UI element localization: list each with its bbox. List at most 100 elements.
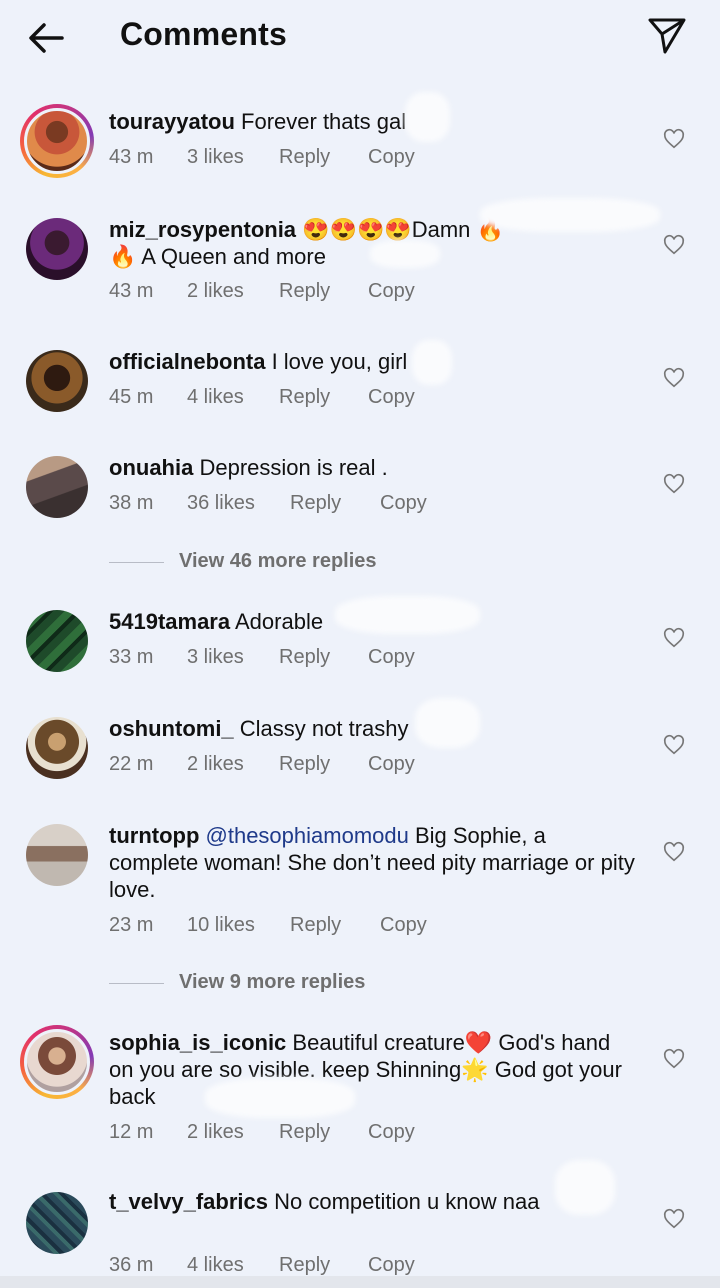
avatar[interactable]: [26, 610, 88, 672]
reply-button[interactable]: Reply: [279, 146, 330, 169]
view-more-replies-link[interactable]: View 9 more replies: [179, 971, 365, 994]
comment-text: Depression is real .: [193, 455, 388, 480]
redaction-smudge: [370, 240, 440, 268]
comment-text: Adorable: [230, 609, 324, 634]
copy-button[interactable]: Copy: [380, 492, 427, 515]
comment-mention[interactable]: @thesophiamomodu: [199, 823, 409, 848]
copy-button[interactable]: Copy: [368, 1254, 415, 1277]
reply-button[interactable]: Reply: [290, 492, 341, 515]
comment-likes[interactable]: 4 likes: [187, 1254, 244, 1277]
heart-icon[interactable]: [663, 734, 685, 756]
reply-button[interactable]: Reply: [279, 646, 330, 669]
avatar[interactable]: [26, 350, 88, 412]
comment-body: turntopp @thesophiamomodu Big Sophie, a …: [109, 822, 639, 903]
copy-button[interactable]: Copy: [368, 280, 415, 303]
comment-username[interactable]: sophia_is_iconic: [109, 1030, 286, 1055]
comment-username[interactable]: onuahia: [109, 455, 193, 480]
paper-plane-icon[interactable]: [646, 14, 688, 56]
comment-text: No competition u know naa: [268, 1189, 540, 1214]
comment-username[interactable]: oshuntomi_: [109, 716, 234, 741]
reply-button[interactable]: Reply: [279, 753, 330, 776]
view-more-replies-link[interactable]: View 46 more replies: [179, 550, 377, 573]
avatar-image: [26, 717, 88, 779]
comment-time: 45 m: [109, 386, 154, 408]
heart-icon[interactable]: [663, 367, 685, 389]
comment-time: 12 m: [109, 1121, 154, 1143]
reply-button[interactable]: Reply: [279, 1254, 330, 1277]
comment-likes[interactable]: 36 likes: [187, 492, 255, 515]
copy-button[interactable]: Copy: [368, 753, 415, 776]
avatar: [24, 1029, 90, 1095]
redaction-smudge: [555, 1160, 615, 1215]
avatar[interactable]: [26, 1192, 88, 1254]
redaction-smudge: [480, 198, 660, 232]
comment-text: Classy not trashy: [233, 716, 409, 741]
avatar-image: [26, 610, 88, 672]
comment-username[interactable]: 5419tamara: [109, 609, 230, 634]
redaction-smudge: [335, 596, 480, 634]
comment-username[interactable]: miz_rosypentonia: [109, 217, 296, 242]
comment-body: miz_rosypentonia 😍😍😍😍Damn 🔥🔥 A Queen and…: [109, 216, 509, 270]
avatar-image: [26, 824, 88, 886]
comment-username[interactable]: turntopp: [109, 823, 199, 848]
avatar-image: [26, 350, 88, 412]
comment-likes[interactable]: 3 likes: [187, 646, 244, 669]
comment-username[interactable]: t_velvy_fabrics: [109, 1189, 268, 1214]
top-bar: Comments: [0, 0, 720, 80]
heart-icon[interactable]: [663, 128, 685, 150]
reply-button[interactable]: Reply: [279, 280, 330, 303]
page-title: Comments: [120, 16, 287, 52]
reply-button[interactable]: Reply: [279, 386, 330, 409]
comment-time: 33 m: [109, 646, 154, 668]
reply-button[interactable]: Reply: [279, 1121, 330, 1144]
comment-likes[interactable]: 2 likes: [187, 753, 244, 776]
avatar[interactable]: [26, 218, 88, 280]
avatar[interactable]: [26, 824, 88, 886]
heart-icon[interactable]: [663, 627, 685, 649]
copy-button[interactable]: Copy: [380, 914, 427, 937]
comment-body: tourayyatou Forever thats gal: [109, 108, 639, 135]
comment-time: 38 m: [109, 492, 154, 514]
copy-button[interactable]: Copy: [368, 386, 415, 409]
heart-icon[interactable]: [663, 1048, 685, 1070]
copy-button[interactable]: Copy: [368, 1121, 415, 1144]
heart-icon[interactable]: [663, 473, 685, 495]
heart-icon[interactable]: [663, 841, 685, 863]
divider: [109, 562, 164, 563]
comment-time: 22 m: [109, 753, 154, 775]
comment-body: sophia_is_iconic Beautiful creature❤️ Go…: [109, 1029, 639, 1110]
heart-icon[interactable]: [663, 234, 685, 256]
redaction-smudge: [405, 92, 450, 142]
comment-text: I love you, girl: [265, 349, 408, 374]
redaction-smudge: [415, 698, 480, 748]
avatar-image: [26, 456, 88, 518]
comment-likes[interactable]: 3 likes: [187, 146, 244, 169]
avatar-story-ring[interactable]: [20, 104, 94, 178]
arrow-left-icon[interactable]: [24, 16, 68, 60]
divider: [109, 983, 164, 984]
avatar-image: [26, 218, 88, 280]
avatar[interactable]: [26, 456, 88, 518]
comment-body: officialnebonta I love you, girl: [109, 348, 639, 375]
heart-icon[interactable]: [663, 1208, 685, 1230]
comment-time: 23 m: [109, 914, 154, 936]
bottom-edge: [0, 1276, 720, 1288]
comment-text: Forever thats gal: [234, 109, 407, 134]
avatar-story-ring[interactable]: [20, 1025, 94, 1099]
comment-time: 36 m: [109, 1254, 154, 1276]
comment-likes[interactable]: 4 likes: [187, 386, 244, 409]
avatar[interactable]: [26, 717, 88, 779]
comment-time: 43 m: [109, 280, 154, 302]
comment-username[interactable]: officialnebonta: [109, 349, 265, 374]
comment-likes[interactable]: 10 likes: [187, 914, 255, 937]
comment-body: onuahia Depression is real .: [109, 454, 639, 481]
copy-button[interactable]: Copy: [368, 146, 415, 169]
avatar: [24, 108, 90, 174]
comment-likes[interactable]: 2 likes: [187, 280, 244, 303]
avatar-image: [26, 1192, 88, 1254]
comment-username[interactable]: tourayyatou: [109, 109, 235, 134]
redaction-smudge: [205, 1078, 355, 1118]
copy-button[interactable]: Copy: [368, 646, 415, 669]
comment-likes[interactable]: 2 likes: [187, 1121, 244, 1144]
reply-button[interactable]: Reply: [290, 914, 341, 937]
